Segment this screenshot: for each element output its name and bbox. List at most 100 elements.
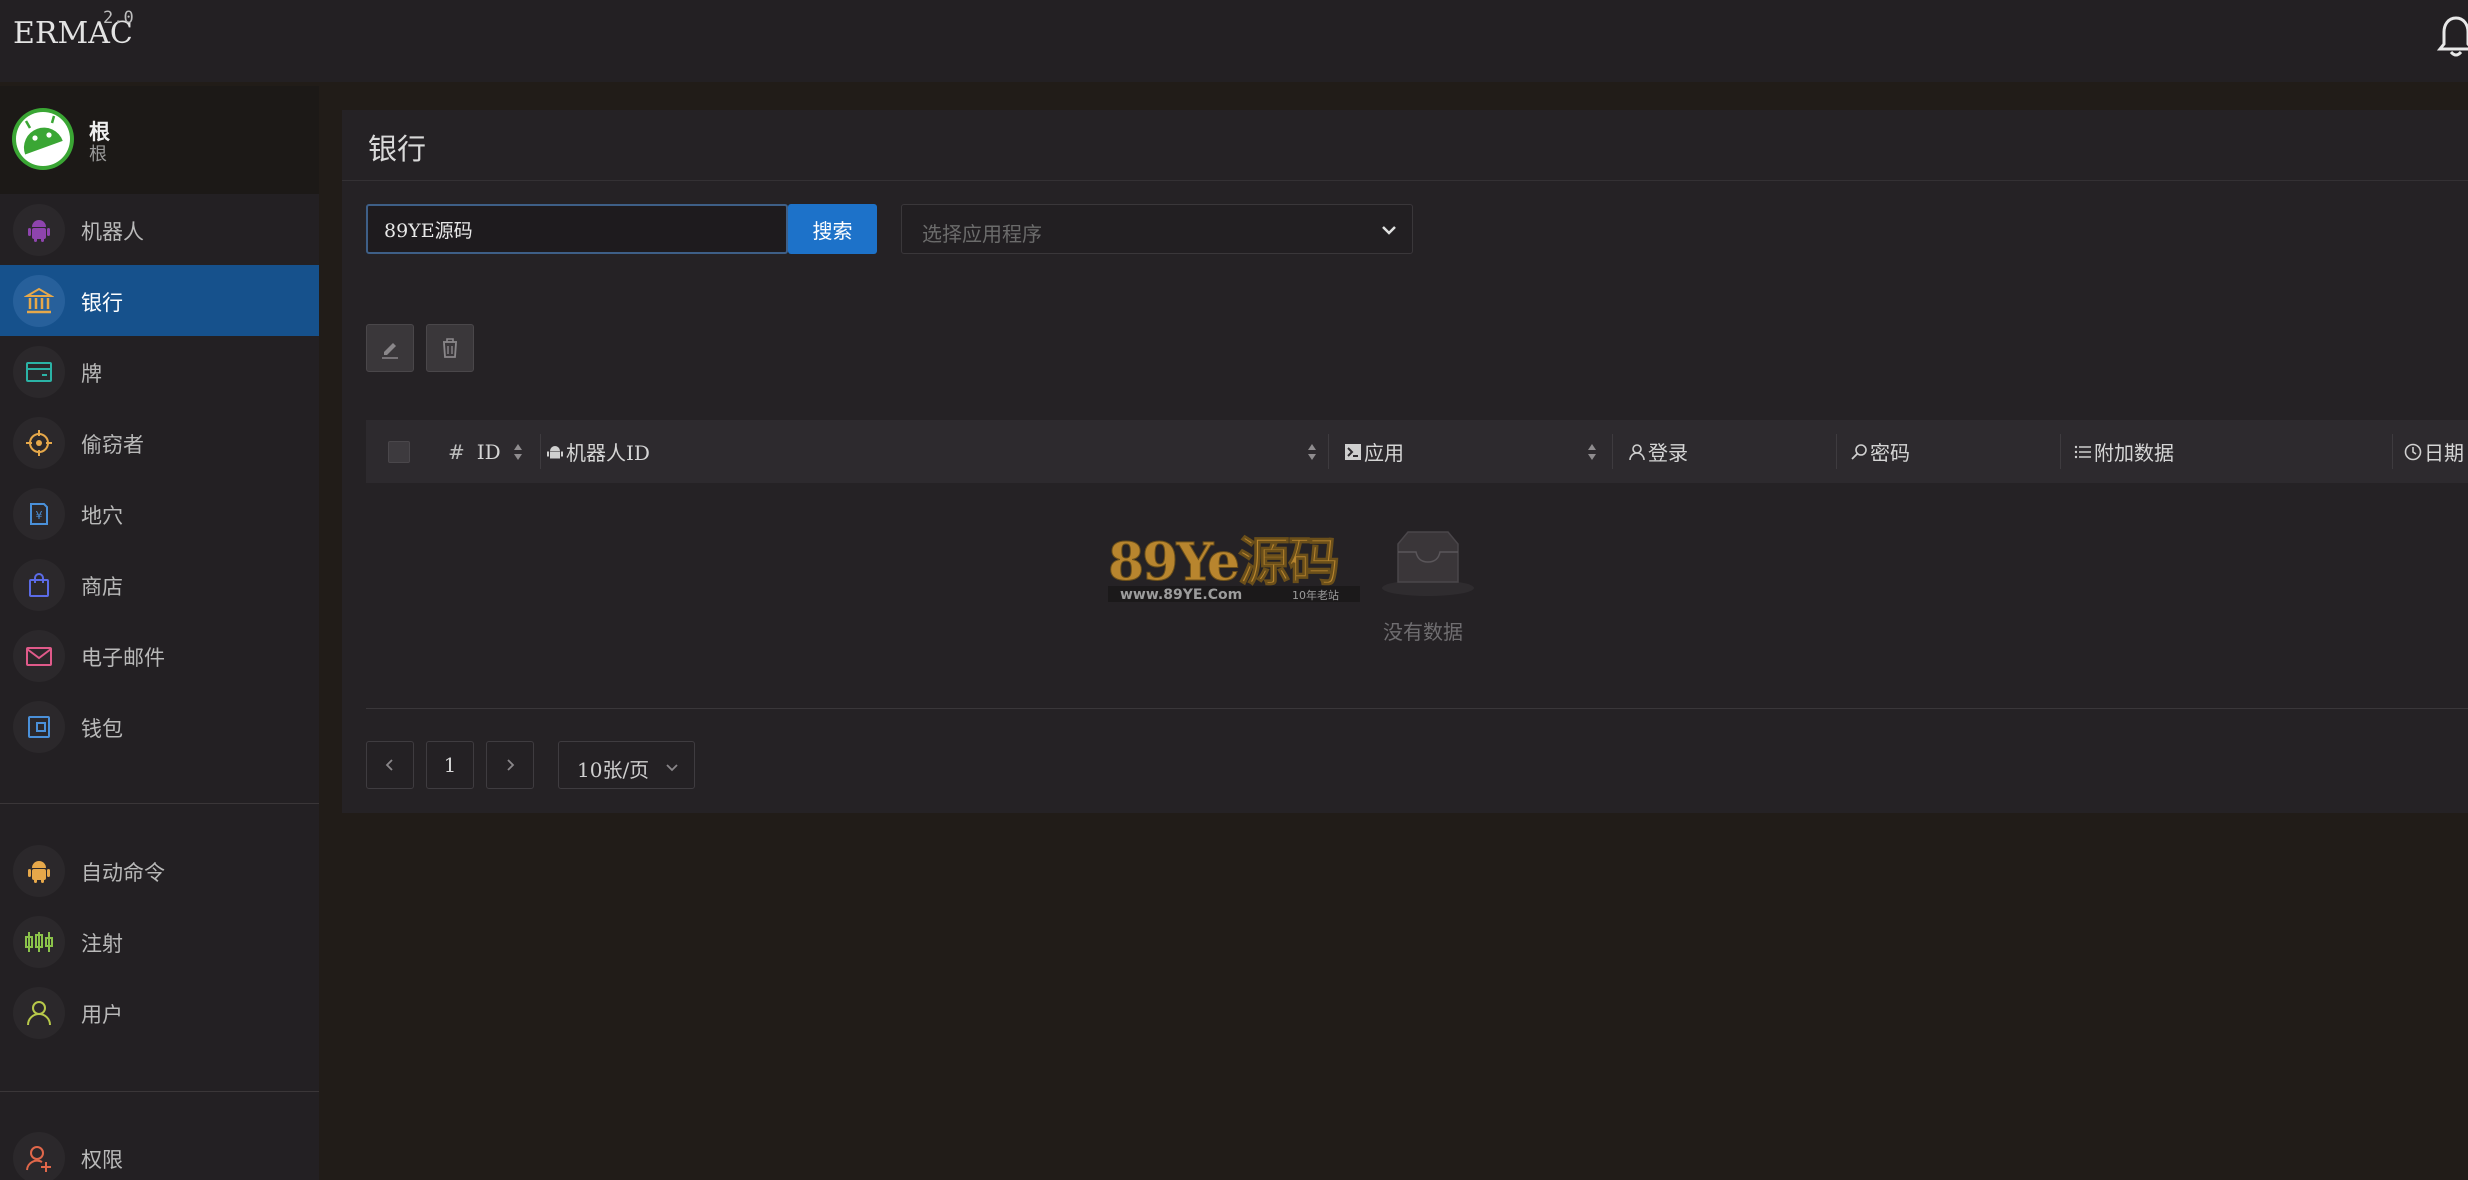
sidebar-item-email[interactable]: 电子邮件 [0,620,319,691]
search-input[interactable] [366,204,788,254]
android-icon [28,220,50,242]
column-label: 密码 [1870,441,1910,465]
empty-state: 89Ye源码 www.89YE.Com 10年老站 没有数据 [342,530,2468,660]
user-role: 根 [89,144,107,165]
sidebar-item-wallet[interactable]: 钱包 [0,691,319,762]
nav-icon-bg [13,275,65,327]
bell-icon[interactable] [2436,14,2468,58]
user-profile[interactable]: 根 根 [0,86,319,194]
user-permission-icon [26,1146,51,1172]
watermark-tag: 10年老站 [1292,588,1339,602]
search-button[interactable]: 搜索 [788,204,877,254]
empty-text: 没有数据 [1383,620,1463,644]
wallet-icon [28,716,50,738]
android-icon [28,861,50,883]
sort-icon[interactable] [512,440,524,464]
shopping-bag-icon [29,573,49,597]
sidebar-item-users[interactable]: 用户 [0,977,319,1048]
select-all-checkbox[interactable] [388,441,410,463]
column-header-extra-data: 附加数据 [2074,420,2174,483]
table-header: # ID 机器人ID 应用 登录 密码 附加数据 日期 [366,420,2468,483]
sidebar-item-crypto[interactable]: ¥ 地穴 [0,478,319,549]
column-header-bot-id[interactable]: 机器人ID [546,420,650,483]
page-size-select[interactable]: 10张/页 [558,741,695,789]
nav-icon-bg [13,417,65,469]
sidebar-divider [0,803,319,804]
nav-icon-bg [13,845,65,897]
delete-button[interactable] [426,324,474,372]
column-header-password: 密码 [1850,420,1910,483]
column-separator [1612,434,1613,469]
sidebar-item-auto-commands[interactable]: 自动命令 [0,835,319,906]
sidebar-item-label: 银行 [81,291,123,315]
chevron-down-icon [666,764,678,772]
column-header-id[interactable]: # ID [448,420,501,483]
app-select-dropdown[interactable]: 选择应用程序 [901,204,1413,254]
nav-icon-bg [13,559,65,611]
next-page-button[interactable] [486,741,534,789]
watermark-logo: 89Ye源码 www.89YE.Com 10年老站 [1108,532,1360,602]
column-separator [2060,434,2061,469]
sidebar-divider [0,1091,319,1092]
sidebar-item-label: 商店 [81,575,123,599]
sidebar-item-label: 自动命令 [81,861,165,885]
sidebar-item-shop[interactable]: 商店 [0,549,319,620]
watermark-main-text: 89Ye源码 [1108,532,1338,593]
edit-button[interactable] [366,324,414,372]
sidebar-item-injections[interactable]: 注射 [0,906,319,977]
list-icon [2074,445,2091,458]
sidebar-item-bots[interactable]: 机器人 [0,194,319,265]
card-icon [26,362,52,382]
nav-icon-bg [13,987,65,1039]
prev-page-button[interactable] [366,741,414,789]
sidebar-item-label: 电子邮件 [81,646,165,670]
column-header-login: 登录 [1628,420,1688,483]
empty-inbox-icon [1382,531,1474,596]
sort-icon[interactable] [1306,440,1318,464]
chevron-left-icon [385,759,393,771]
sidebar-item-stealers[interactable]: 偷窃者 [0,407,319,478]
page-size-label: 10张/页 [577,758,650,782]
sidebar-item-cards[interactable]: 牌 [0,336,319,407]
column-label: 机器人ID [566,441,650,465]
sidebar-item-label: 偷窃者 [81,433,144,457]
nav-icon-bg [13,701,65,753]
clock-icon [2404,443,2422,460]
android-avatar-icon [12,108,74,170]
sidebar-item-label: 注射 [81,932,123,956]
page-number-button[interactable]: 1 [426,741,474,789]
column-header-date[interactable]: 日期 [2404,420,2464,483]
top-bar: ERMAC 2.0 [0,0,2468,82]
nav-icon-bg: ¥ [13,488,65,540]
user-icon [1629,443,1645,460]
crosshair-icon [26,430,52,456]
column-header-app[interactable]: 应用 [1344,420,1404,483]
table-bottom-divider [366,708,2468,709]
watermark-url: www.89YE.Com [1120,587,1242,602]
hash-icon: # [448,439,465,464]
bank-icon [24,287,54,314]
main-card: 银行 搜索 选择应用程序 # ID [342,110,2468,813]
chevron-right-icon [507,759,515,771]
sidebar-item-banks[interactable]: 银行 [0,265,319,336]
sort-icon[interactable] [1586,440,1598,464]
pencil-icon [382,343,398,359]
sidebar-item-permissions[interactable]: 权限 [0,1122,319,1180]
android-icon [547,445,563,458]
title-divider [342,180,2468,181]
sidebar-item-label: 牌 [81,362,102,386]
nav-icon-bg [13,916,65,968]
column-label: 日期 [2424,441,2464,465]
brand-version: 2.0 [103,8,134,28]
svg-text:¥: ¥ [36,509,43,522]
column-separator [1328,434,1329,469]
page-title: 银行 [368,132,427,166]
trash-icon [443,338,457,358]
column-separator [1836,434,1837,469]
user-icon [27,1001,51,1026]
sidebar-item-label: 用户 [81,1003,123,1027]
sidebar-item-label: 地穴 [81,504,123,528]
terminal-icon [1345,443,1361,460]
sidebar-item-label: 权限 [81,1148,123,1172]
injection-icon [25,932,53,952]
